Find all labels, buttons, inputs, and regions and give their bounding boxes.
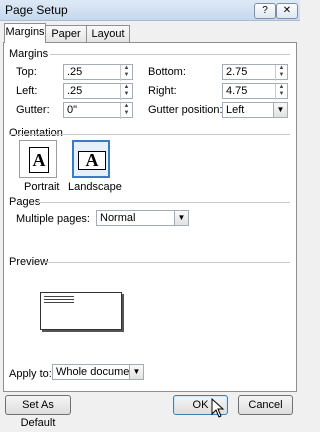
close-icon: ✕ <box>282 5 292 16</box>
preview-text-line <box>44 302 74 303</box>
spin-up-icon[interactable]: ▲ <box>121 103 132 110</box>
margins-section-label: Margins <box>9 48 49 60</box>
spin-down-icon[interactable]: ▼ <box>121 110 132 117</box>
title-bar: Page Setup ? ✕ <box>0 0 300 21</box>
preview-section-label: Preview <box>9 256 49 268</box>
apply-to-value: Whole document <box>56 366 139 378</box>
gutter-field[interactable]: 0" ▲ ▼ <box>63 102 133 119</box>
bottom-label: Bottom: <box>148 66 186 78</box>
portrait-icon: A <box>29 147 49 173</box>
close-button[interactable]: ✕ <box>276 3 298 19</box>
spin-down-icon[interactable]: ▼ <box>121 91 132 98</box>
right-label: Right: <box>148 85 177 97</box>
spin-down-icon[interactable]: ▼ <box>121 72 132 79</box>
spin-up-icon[interactable]: ▲ <box>121 84 132 91</box>
portrait-label: Portrait <box>24 181 60 193</box>
gutter-position-select[interactable]: Left ▼ <box>222 102 288 118</box>
divider <box>38 202 290 203</box>
landscape-option[interactable]: A <box>72 140 110 178</box>
apply-to-select[interactable]: Whole document ▼ <box>52 364 144 380</box>
set-as-default-button[interactable]: Set As Default <box>5 395 71 429</box>
mouse-cursor-icon <box>211 398 225 418</box>
tab-layout-label: Layout <box>91 28 125 40</box>
tab-margins-label: Margins <box>5 26 45 38</box>
left-value: .25 <box>67 85 83 97</box>
preview-text-line <box>44 299 74 300</box>
landscape-label: Landscape <box>68 181 122 193</box>
help-button[interactable]: ? <box>254 3 276 19</box>
window-title: Page Setup <box>5 3 68 17</box>
spin-down-icon[interactable]: ▼ <box>276 72 287 79</box>
spin-up-icon[interactable]: ▲ <box>276 84 287 91</box>
gutter-position-label: Gutter position: <box>148 104 223 116</box>
gutter-position-value: Left <box>226 104 245 116</box>
cancel-button[interactable]: Cancel <box>238 395 293 415</box>
help-icon: ? <box>262 5 268 16</box>
right-value: 4.75 <box>226 85 248 97</box>
spin-down-icon[interactable]: ▼ <box>276 91 287 98</box>
divider <box>44 262 290 263</box>
tab-paper[interactable]: Paper <box>45 25 87 43</box>
preview-page <box>40 292 122 330</box>
tab-paper-label: Paper <box>51 28 81 40</box>
chevron-down-icon[interactable]: ▼ <box>129 365 143 379</box>
left-spinner[interactable]: ▲ ▼ <box>120 84 132 100</box>
divider <box>9 134 290 135</box>
tab-margins[interactable]: Margins <box>4 23 46 43</box>
preview-text-line <box>44 296 74 297</box>
apply-to-label: Apply to: <box>9 368 52 380</box>
top-field[interactable]: .25 ▲ ▼ <box>63 64 133 81</box>
right-spinner[interactable]: ▲ ▼ <box>275 84 287 100</box>
landscape-icon: A <box>78 151 106 170</box>
bottom-field[interactable]: 2.75 ▲ ▼ <box>222 64 288 81</box>
top-label: Top: <box>16 66 37 78</box>
bottom-spinner[interactable]: ▲ ▼ <box>275 65 287 81</box>
right-field[interactable]: 4.75 ▲ ▼ <box>222 83 288 100</box>
tab-layout[interactable]: Layout <box>86 25 130 43</box>
gutter-spinner[interactable]: ▲ ▼ <box>120 103 132 119</box>
gutter-value: 0" <box>67 104 78 116</box>
spin-up-icon[interactable]: ▲ <box>121 65 132 72</box>
spin-up-icon[interactable]: ▲ <box>276 65 287 72</box>
multiple-pages-value: Normal <box>100 212 136 224</box>
gutter-label: Gutter: <box>16 104 50 116</box>
left-field[interactable]: .25 ▲ ▼ <box>63 83 133 100</box>
top-value: .25 <box>67 66 83 78</box>
left-label: Left: <box>16 85 38 97</box>
chevron-down-icon[interactable]: ▼ <box>174 211 188 225</box>
orientation-section-label: Orientation <box>9 127 63 139</box>
divider <box>50 54 290 55</box>
multiple-pages-label: Multiple pages: <box>16 213 90 225</box>
top-spinner[interactable]: ▲ ▼ <box>120 65 132 81</box>
multiple-pages-select[interactable]: Normal ▼ <box>96 210 189 226</box>
portrait-option[interactable]: A <box>19 140 57 178</box>
bottom-value: 2.75 <box>226 66 248 78</box>
chevron-down-icon[interactable]: ▼ <box>273 103 287 117</box>
pages-section-label: Pages <box>9 196 41 208</box>
